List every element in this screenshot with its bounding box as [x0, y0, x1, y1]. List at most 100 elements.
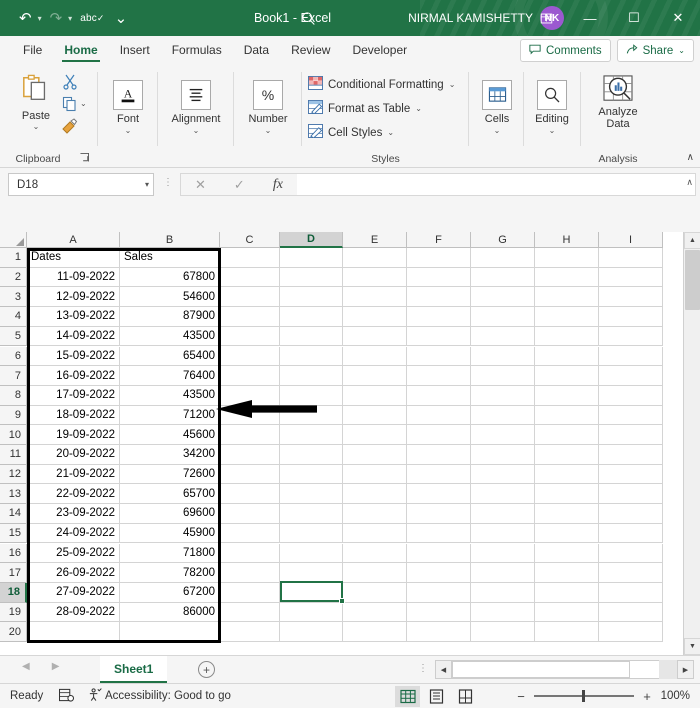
cell-F16[interactable] — [407, 543, 471, 564]
cell-D12[interactable] — [280, 464, 343, 485]
scroll-up-button[interactable]: ▲ — [684, 232, 700, 249]
cell-D14[interactable] — [280, 504, 343, 524]
horizontal-scrollbar[interactable]: ◀ ▶ — [435, 660, 694, 679]
cell-E18[interactable] — [343, 582, 407, 603]
cell-E11[interactable] — [343, 445, 407, 465]
column-header-e[interactable]: E — [343, 232, 407, 248]
cell-F6[interactable] — [407, 346, 471, 367]
vertical-scrollbar[interactable]: ▲ ▼ — [683, 232, 700, 655]
cell-A15[interactable]: 24-09-2022 — [27, 523, 120, 544]
cell-E17[interactable] — [343, 563, 407, 583]
cell-A1[interactable]: Dates — [27, 248, 120, 268]
cell-G9[interactable] — [471, 405, 535, 426]
cell-A18[interactable]: 27-09-2022 — [27, 582, 120, 603]
cell-B19[interactable]: 86000 — [120, 602, 220, 623]
cell-H19[interactable] — [535, 602, 599, 623]
add-sheet-icon[interactable]: + — [198, 661, 215, 678]
cell-G17[interactable] — [471, 563, 535, 583]
number-button[interactable]: % Number ⌄ — [240, 80, 296, 135]
cell-E19[interactable] — [343, 602, 407, 623]
hscroll-track[interactable] — [452, 660, 659, 679]
cell-B12[interactable]: 72600 — [120, 464, 220, 485]
cell-A8[interactable]: 17-09-2022 — [27, 385, 120, 406]
cell-G1[interactable] — [471, 248, 535, 268]
cell-F4[interactable] — [407, 307, 471, 327]
cell-H14[interactable] — [535, 504, 599, 524]
collapse-ribbon-icon[interactable]: ∧ — [687, 152, 694, 163]
cell-E6[interactable] — [343, 346, 407, 367]
cell-E7[interactable] — [343, 366, 407, 386]
cell-B16[interactable]: 71800 — [120, 543, 220, 564]
cell-F17[interactable] — [407, 563, 471, 583]
column-header-g[interactable]: G — [471, 232, 535, 248]
cell-H4[interactable] — [535, 307, 599, 327]
cell-C14[interactable] — [220, 504, 280, 524]
cell-H16[interactable] — [535, 543, 599, 564]
row-header-16[interactable]: 16 — [0, 543, 27, 564]
cell-B10[interactable]: 45600 — [120, 425, 220, 445]
cell-D4[interactable] — [280, 307, 343, 327]
cell-I19[interactable] — [599, 602, 663, 623]
alignment-button[interactable]: Alignment ⌄ — [168, 80, 224, 135]
cell-C1[interactable] — [220, 248, 280, 268]
cell-G4[interactable] — [471, 307, 535, 327]
zoom-out-button[interactable]: − — [515, 689, 527, 704]
cell-I10[interactable] — [599, 425, 663, 445]
cell-A10[interactable]: 19-09-2022 — [27, 425, 120, 445]
cell-B13[interactable]: 65700 — [120, 484, 220, 505]
row-header-11[interactable]: 11 — [0, 445, 27, 465]
cell-I2[interactable] — [599, 267, 663, 288]
cell-I14[interactable] — [599, 504, 663, 524]
font-dropdown-icon[interactable]: ⌄ — [125, 126, 132, 135]
cell-D20[interactable] — [280, 622, 343, 642]
minimize-button[interactable]: — — [568, 0, 612, 36]
paste-dropdown-icon[interactable]: ⌄ — [12, 122, 60, 131]
cell-F1[interactable] — [407, 248, 471, 268]
tab-data[interactable]: Data — [233, 39, 280, 63]
cell-D17[interactable] — [280, 563, 343, 583]
select-all-corner[interactable] — [0, 232, 27, 248]
column-header-a[interactable]: A — [27, 232, 120, 248]
cell-I8[interactable] — [599, 385, 663, 406]
accessibility-status[interactable]: Accessibility: Good to go — [88, 687, 231, 705]
cell-A13[interactable]: 22-09-2022 — [27, 484, 120, 505]
cell-A19[interactable]: 28-09-2022 — [27, 602, 120, 623]
tab-developer[interactable]: Developer — [341, 39, 418, 63]
zoom-slider[interactable] — [534, 690, 634, 702]
cell-I16[interactable] — [599, 543, 663, 564]
column-header-h[interactable]: H — [535, 232, 599, 248]
cell-E8[interactable] — [343, 385, 407, 406]
cell-C18[interactable] — [220, 582, 280, 603]
sheet-tab-sheet1[interactable]: Sheet1 — [100, 656, 168, 683]
zoom-slider-thumb[interactable] — [582, 690, 585, 702]
cell-D1[interactable] — [280, 248, 343, 268]
cell-G16[interactable] — [471, 543, 535, 564]
redo-icon[interactable]: ↷ — [45, 5, 68, 31]
cell-styles-button[interactable]: Cell Styles ⌄ — [308, 124, 394, 141]
page-break-view-icon[interactable] — [453, 686, 478, 707]
insert-function-icon[interactable]: fx — [273, 177, 283, 193]
cell-C5[interactable] — [220, 326, 280, 347]
cell-D9[interactable] — [280, 405, 343, 426]
tab-review[interactable]: Review — [280, 39, 341, 63]
cell-F15[interactable] — [407, 523, 471, 544]
cell-D10[interactable] — [280, 425, 343, 445]
cell-H2[interactable] — [535, 267, 599, 288]
cell-E9[interactable] — [343, 405, 407, 426]
cell-G11[interactable] — [471, 445, 535, 465]
column-header-c[interactable]: C — [220, 232, 280, 248]
editing-button[interactable]: Editing ⌄ — [524, 80, 580, 135]
row-header-2[interactable]: 2 — [0, 267, 27, 288]
cell-B8[interactable]: 43500 — [120, 385, 220, 406]
share-dropdown-icon[interactable]: ⌄ — [678, 46, 685, 55]
cell-E1[interactable] — [343, 248, 407, 268]
undo-icon[interactable]: ↶ — [14, 5, 37, 31]
cell-A9[interactable]: 18-09-2022 — [27, 405, 120, 426]
font-button[interactable]: A Font ⌄ — [100, 80, 156, 135]
cell-H12[interactable] — [535, 464, 599, 485]
macro-record-icon[interactable] — [58, 688, 75, 705]
cell-C2[interactable] — [220, 267, 280, 288]
cell-H13[interactable] — [535, 484, 599, 505]
cell-C11[interactable] — [220, 445, 280, 465]
cell-H6[interactable] — [535, 346, 599, 367]
